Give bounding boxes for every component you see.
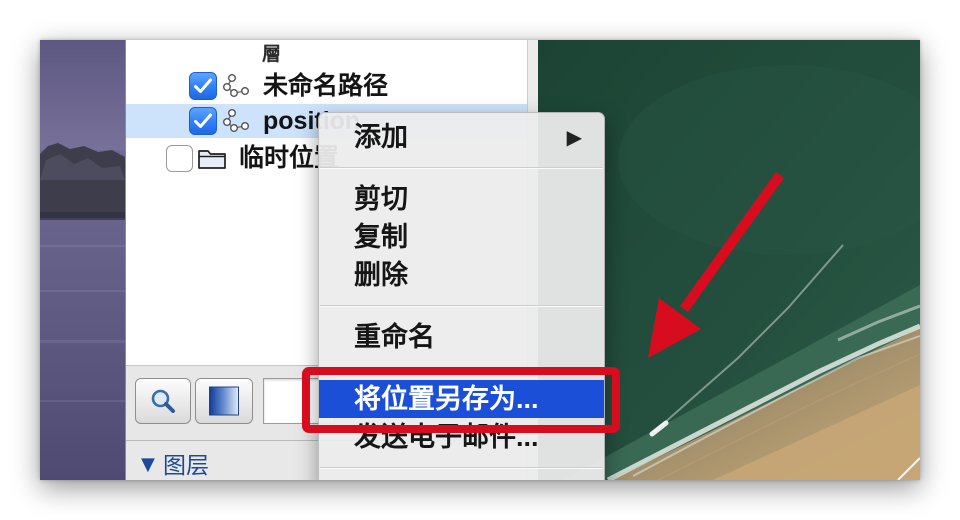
place-row[interactable]: 未命名路径 [126,69,527,103]
menu-separator [319,156,604,180]
menu-item-label: 剪切 [354,184,408,214]
submenu-arrow-icon: ▶ [566,125,582,149]
visibility-checkbox[interactable] [189,107,217,135]
panel-toggle-button[interactable] [195,378,253,424]
menu-item-cut[interactable]: 剪切 [319,180,604,218]
path-icon [223,74,250,98]
annotation-highlight-box [302,367,620,433]
screenshot-window: 層 未命名路径 position 临时位置 ▼ 图层 添加 ▶ 剪切 复制 删除… [40,40,920,480]
menu-item-label: 重命名 [354,322,435,352]
places-header-fragment: 層 [262,44,282,65]
menu-separator [319,294,604,318]
visibility-checkbox[interactable] [189,72,217,100]
place-label: 未命名路径 [263,72,389,100]
menu-item-label: 删除 [354,260,408,290]
search-button[interactable] [135,378,191,424]
visibility-checkbox[interactable] [166,145,193,172]
menu-item-add[interactable]: 添加 ▶ [319,118,604,156]
folder-icon [198,150,226,169]
layers-section-label: 图层 [163,452,209,478]
desktop-wallpaper [40,40,125,480]
menu-item-label: 添加 [354,122,408,152]
menu-item-delete[interactable]: 删除 [319,256,604,294]
menu-item-label: 复制 [354,222,408,252]
disclosure-triangle-icon[interactable]: ▼ [141,453,155,477]
magnifier-icon [151,389,175,413]
menu-separator [319,456,604,480]
menu-item-copy[interactable]: 复制 [319,218,604,256]
panel-toggle-icon [209,386,239,416]
path-icon [223,109,250,133]
menu-item-rename[interactable]: 重命名 [319,318,604,356]
